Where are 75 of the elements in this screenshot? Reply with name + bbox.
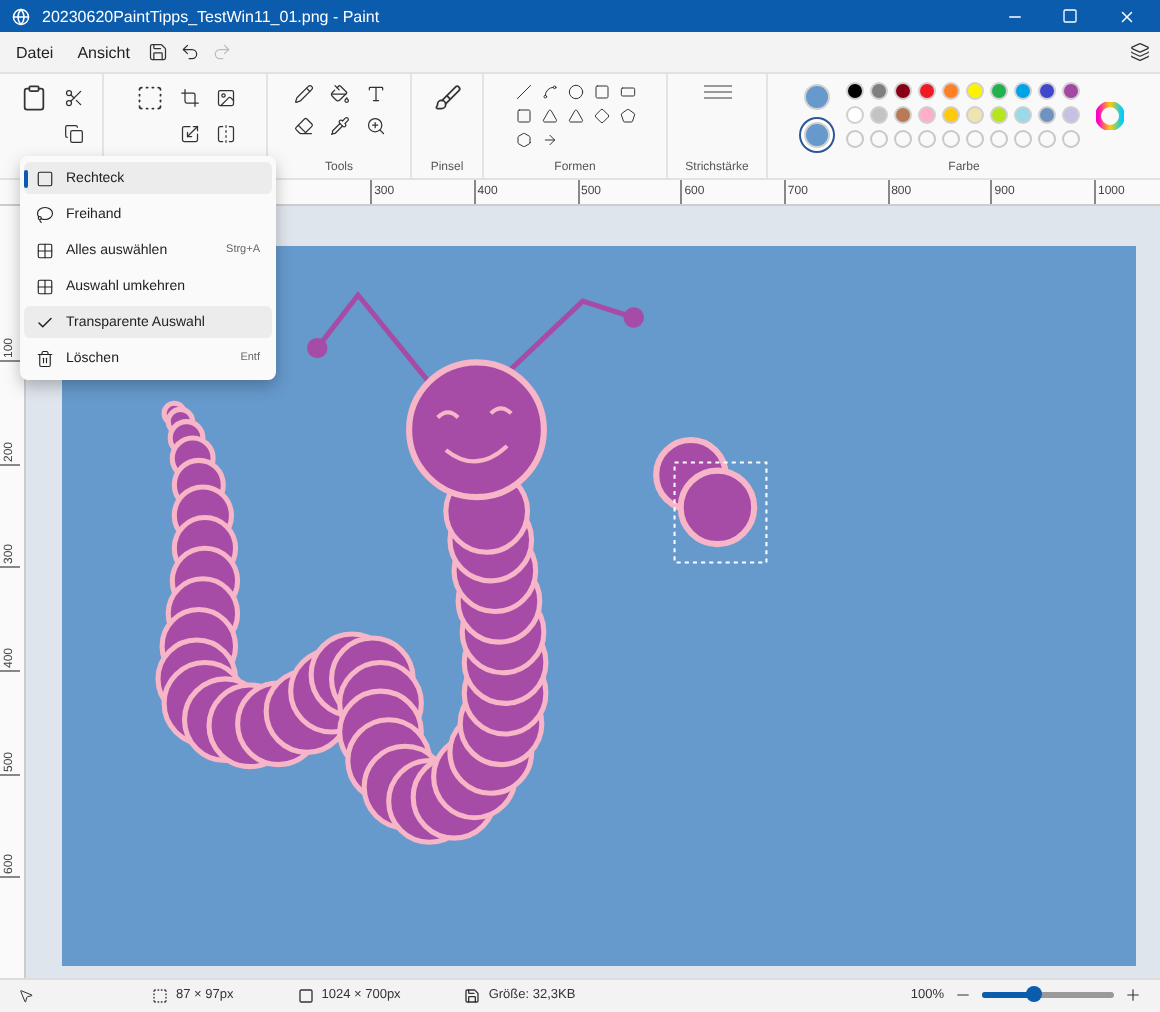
copy-icon[interactable] <box>63 124 83 145</box>
empty-swatch[interactable] <box>1014 130 1032 149</box>
grid-icon <box>36 277 54 295</box>
menu-item[interactable]: Ansicht <box>69 39 138 66</box>
color-swatch[interactable] <box>894 82 912 101</box>
maximize-icon[interactable] <box>1062 8 1078 24</box>
empty-swatch[interactable] <box>990 130 1008 149</box>
empty-swatch[interactable] <box>894 130 912 149</box>
color-swatch[interactable] <box>870 82 888 101</box>
empty-swatch[interactable] <box>918 130 936 149</box>
current-color[interactable] <box>804 83 830 110</box>
pointer-icon[interactable] <box>18 987 34 1004</box>
window-title: 20230620PaintTipps_TestWin11_01.png - Paint <box>42 7 382 25</box>
grid-icon <box>36 241 54 259</box>
color-swatch[interactable] <box>990 106 1008 125</box>
select-icon[interactable] <box>135 84 163 113</box>
color-swatch[interactable] <box>894 106 912 125</box>
app-icon <box>12 7 30 25</box>
check-icon <box>36 313 54 331</box>
empty-swatch[interactable] <box>1038 130 1056 149</box>
zoom-slider-thumb[interactable] <box>1026 986 1043 1003</box>
color-swatch[interactable] <box>990 82 1008 101</box>
close-icon[interactable] <box>1117 7 1135 25</box>
undo-icon[interactable] <box>179 42 200 63</box>
color-swatch[interactable] <box>846 106 864 125</box>
crop-icon[interactable] <box>179 88 199 109</box>
color-swatch[interactable] <box>1038 82 1056 101</box>
color-swatch[interactable] <box>1062 106 1080 125</box>
shape-icon[interactable] <box>515 132 531 149</box>
color-picker-icon[interactable] <box>329 116 349 137</box>
color-swatch[interactable] <box>966 82 984 101</box>
color-swatch[interactable] <box>1014 82 1032 101</box>
stroke-width-icon[interactable] <box>701 82 733 103</box>
color-swatch[interactable] <box>942 106 960 125</box>
empty-swatch[interactable] <box>966 130 984 149</box>
zoom-slider[interactable] <box>982 992 1114 999</box>
empty-swatch[interactable] <box>942 130 960 149</box>
brush-icon[interactable] <box>433 84 461 113</box>
trash-icon <box>36 349 54 367</box>
color-swatch[interactable] <box>966 106 984 125</box>
text-icon[interactable] <box>365 84 385 105</box>
menu-item[interactable]: Datei <box>8 39 62 66</box>
color-swatch[interactable] <box>918 82 936 101</box>
current-color[interactable] <box>804 121 830 148</box>
empty-swatch[interactable] <box>1062 130 1080 149</box>
color-swatch[interactable] <box>846 82 864 101</box>
color-swatch[interactable] <box>942 82 960 101</box>
empty-swatch[interactable] <box>870 130 888 149</box>
empty-swatch[interactable] <box>846 130 864 149</box>
scissors-icon[interactable] <box>63 88 83 109</box>
shape-icon[interactable] <box>619 108 635 125</box>
flip-icon[interactable] <box>215 124 235 145</box>
magnifier-icon[interactable] <box>365 116 385 137</box>
shape-icon[interactable] <box>541 84 557 101</box>
color-swatch[interactable] <box>1062 82 1080 101</box>
lasso-icon <box>36 205 54 223</box>
image-icon[interactable] <box>215 88 235 109</box>
pencil-icon[interactable] <box>293 84 313 105</box>
eraser-icon[interactable] <box>293 116 313 137</box>
selection-indicator <box>24 170 28 188</box>
color-swatch[interactable] <box>1038 106 1056 125</box>
file-size-icon <box>464 987 481 1004</box>
fill-bucket-icon[interactable] <box>329 84 349 105</box>
color-wheel-icon[interactable] <box>1096 101 1124 130</box>
zoom-in-icon[interactable] <box>1124 986 1142 1005</box>
selection-icon <box>152 987 168 1004</box>
color-swatch[interactable] <box>1014 106 1032 125</box>
layers-icon[interactable] <box>1130 42 1150 63</box>
paste-icon[interactable] <box>19 84 47 113</box>
color-swatch[interactable] <box>918 106 936 125</box>
save-icon[interactable] <box>147 42 168 63</box>
canvas-size-icon <box>297 987 314 1004</box>
color-swatch[interactable] <box>870 106 888 125</box>
square-icon <box>36 169 54 187</box>
resize-icon[interactable] <box>179 124 199 145</box>
